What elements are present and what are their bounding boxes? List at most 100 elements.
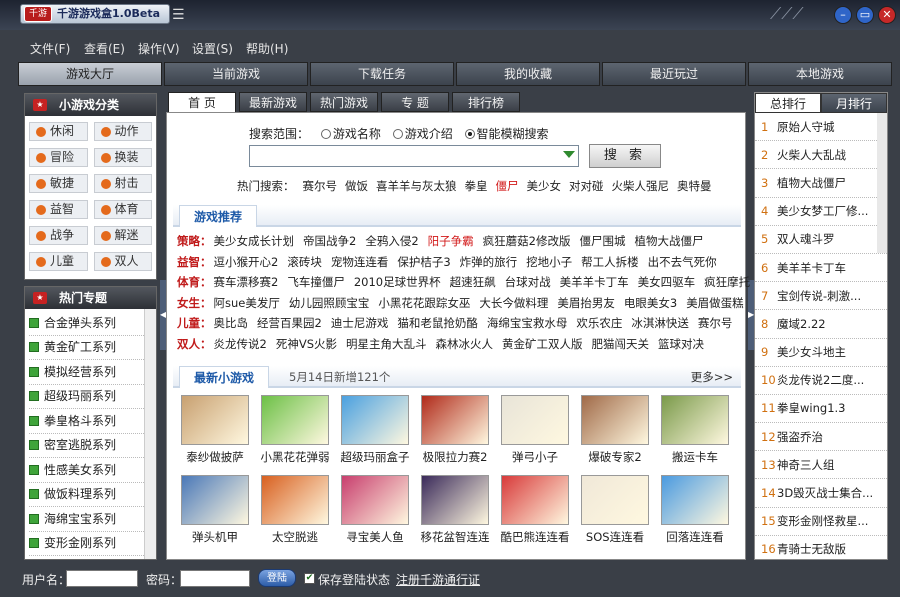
tab-ranking[interactable]: 排行榜 — [452, 92, 520, 112]
game-card[interactable]: 泰纱做披萨 — [175, 395, 255, 465]
game-thumbnail[interactable] — [581, 475, 649, 525]
hot-search-term[interactable]: 奥特曼 — [677, 179, 712, 193]
recommend-category[interactable]: 益智： — [177, 255, 212, 269]
tab-hot[interactable]: 热门游戏 — [310, 92, 378, 112]
game-link[interactable]: 死神VS火影 — [276, 337, 337, 351]
menu-icon[interactable]: ☰ — [172, 8, 190, 22]
game-link[interactable]: 明星主角大乱斗 — [346, 337, 427, 351]
game-link[interactable]: 阿sue美发厅 — [214, 296, 280, 310]
list-item[interactable]: 海绵宝宝系列 — [29, 507, 152, 532]
game-link[interactable]: 帮工人拆楼 — [581, 255, 639, 269]
rank-item[interactable]: 15 变形金刚怪救星... — [755, 508, 887, 536]
game-link[interactable]: 海绵宝宝救水母 — [487, 316, 568, 330]
game-link[interactable]: 幼儿园照顾宝宝 — [289, 296, 370, 310]
menu-file[interactable]: 文件(F) — [30, 40, 70, 57]
maximize-button[interactable]: ▭ — [856, 6, 874, 24]
recommend-category[interactable]: 策略： — [177, 234, 212, 248]
list-item[interactable]: 密室逃脱系列 — [29, 434, 152, 458]
game-card[interactable]: 弹头机甲 — [175, 475, 255, 545]
game-card[interactable]: 酷巴熊连连看 — [495, 475, 575, 545]
category-button[interactable]: 射击 — [93, 174, 152, 193]
game-link[interactable]: 黄金矿工双人版 — [502, 337, 583, 351]
game-link[interactable]: 赛尔号 — [698, 316, 733, 330]
game-link[interactable]: 炸弹的旅行 — [460, 255, 518, 269]
menu-action[interactable]: 操作(V) — [138, 40, 180, 57]
rank-item[interactable]: 6 美羊羊卡丁车 — [755, 254, 887, 283]
rank-item[interactable]: 4 美少女梦工厂修... — [755, 198, 887, 226]
game-title[interactable]: 回落连连看 — [655, 529, 735, 545]
hot-search-term[interactable]: 喜羊羊与灰太狼 — [376, 179, 457, 193]
menu-help[interactable]: 帮助(H) — [246, 40, 288, 57]
game-card[interactable]: 弹弓小子 — [495, 395, 575, 465]
recommend-category[interactable]: 双人： — [177, 337, 212, 351]
game-link[interactable]: 宠物连连看 — [331, 255, 389, 269]
close-button[interactable]: ✕ — [878, 6, 896, 24]
game-card[interactable]: 搬运卡车 — [655, 395, 735, 465]
game-title[interactable]: 弹弓小子 — [495, 449, 575, 465]
game-link[interactable]: 出不去气死你 — [648, 255, 717, 269]
game-link[interactable]: 美眉做蛋糕 — [686, 296, 744, 310]
game-card[interactable]: SOS连连看 — [575, 475, 655, 545]
game-link[interactable]: 逗小猴开心2 — [214, 255, 279, 269]
rank-item[interactable]: 14 3D毁灭战士集合... — [755, 479, 887, 508]
scope-fuzzy-radio[interactable]: 智能模糊搜索 — [464, 127, 549, 141]
tab-topics[interactable]: 专 题 — [381, 92, 449, 112]
dropdown-arrow-icon[interactable] — [563, 151, 575, 158]
rank-item[interactable]: 5 双人魂斗罗 — [755, 226, 887, 254]
game-link[interactable]: 台球对战 — [505, 275, 551, 289]
game-link[interactable]: 篮球对决 — [658, 337, 704, 351]
search-input[interactable] — [249, 145, 579, 167]
category-button[interactable]: 换装 — [93, 148, 152, 167]
password-input[interactable] — [180, 570, 250, 587]
rank-item[interactable]: 1 原始人守城 — [755, 113, 887, 142]
game-thumbnail[interactable] — [421, 395, 489, 445]
game-card[interactable]: 极限拉力赛2 — [415, 395, 495, 465]
game-thumbnail[interactable] — [181, 475, 249, 525]
nav-current-game[interactable]: 当前游戏 — [164, 62, 308, 86]
game-card[interactable]: 爆破专家2 — [575, 395, 655, 465]
game-link[interactable]: 猫和老鼠抢奶酪 — [397, 316, 478, 330]
rank-item[interactable]: 11 拳皇wing1.3 — [755, 395, 887, 424]
category-button[interactable]: 敏捷 — [29, 174, 88, 193]
hot-search-term[interactable]: 拳皇 — [465, 179, 488, 193]
rank-item[interactable]: 8 魔域2.22 — [755, 310, 887, 339]
game-title[interactable]: 太空脱逃 — [255, 529, 335, 545]
game-link[interactable]: 经营百果园2 — [257, 316, 322, 330]
menu-settings[interactable]: 设置(S) — [192, 40, 233, 57]
game-link[interactable]: 超速狂飙 — [450, 275, 496, 289]
game-title[interactable]: 小黑花花弹弱 — [255, 449, 335, 465]
list-item[interactable]: 超级玛丽系列 — [29, 385, 152, 409]
game-thumbnail[interactable] — [501, 475, 569, 525]
tab-total-rank[interactable]: 总排行 — [755, 93, 821, 113]
register-link[interactable]: 注册千游通行证 — [396, 571, 480, 588]
game-link[interactable]: 飞车撞僵尸 — [287, 275, 345, 289]
hot-scrollbar[interactable] — [144, 309, 156, 559]
list-item[interactable]: 做饭料理系列 — [29, 483, 152, 507]
game-link[interactable]: 挖地小子 — [526, 255, 572, 269]
game-link[interactable]: 僵尸围城 — [579, 234, 625, 248]
game-link[interactable]: 2010足球世界杯 — [354, 275, 441, 289]
game-link[interactable]: 美少女成长计划 — [214, 234, 295, 248]
search-button[interactable]: 搜 索 — [589, 144, 661, 168]
game-link[interactable]: 全鸦入侵2 — [365, 234, 418, 248]
game-link[interactable]: 冰淇淋快送 — [631, 316, 689, 330]
minimize-button[interactable]: – — [834, 6, 852, 24]
game-card[interactable]: 寻宝美人鱼 — [335, 475, 415, 545]
game-title[interactable]: 寻宝美人鱼 — [335, 529, 415, 545]
game-title[interactable]: 极限拉力赛2 — [415, 449, 495, 465]
more-link[interactable]: 更多>> — [691, 369, 733, 385]
hot-search-term[interactable]: 美少女 — [527, 179, 562, 193]
rank-item[interactable]: 16 青骑士无敌版 — [755, 536, 887, 559]
category-button[interactable]: 战争 — [29, 226, 88, 245]
game-title[interactable]: 超级玛丽盒子 — [335, 449, 415, 465]
game-link[interactable]: 植物大战僵尸 — [634, 234, 703, 248]
game-thumbnail[interactable] — [661, 395, 729, 445]
game-thumbnail[interactable] — [581, 395, 649, 445]
rank-item[interactable]: 2 火柴人大乱战 — [755, 141, 887, 170]
tab-new[interactable]: 最新游戏 — [239, 92, 307, 112]
game-thumbnail[interactable] — [181, 395, 249, 445]
category-button[interactable]: 益智 — [29, 200, 88, 219]
nav-favorites[interactable]: 我的收藏 — [456, 62, 600, 86]
game-link[interactable]: 赛车漂移赛2 — [214, 275, 279, 289]
category-button[interactable]: 儿童 — [29, 252, 88, 271]
